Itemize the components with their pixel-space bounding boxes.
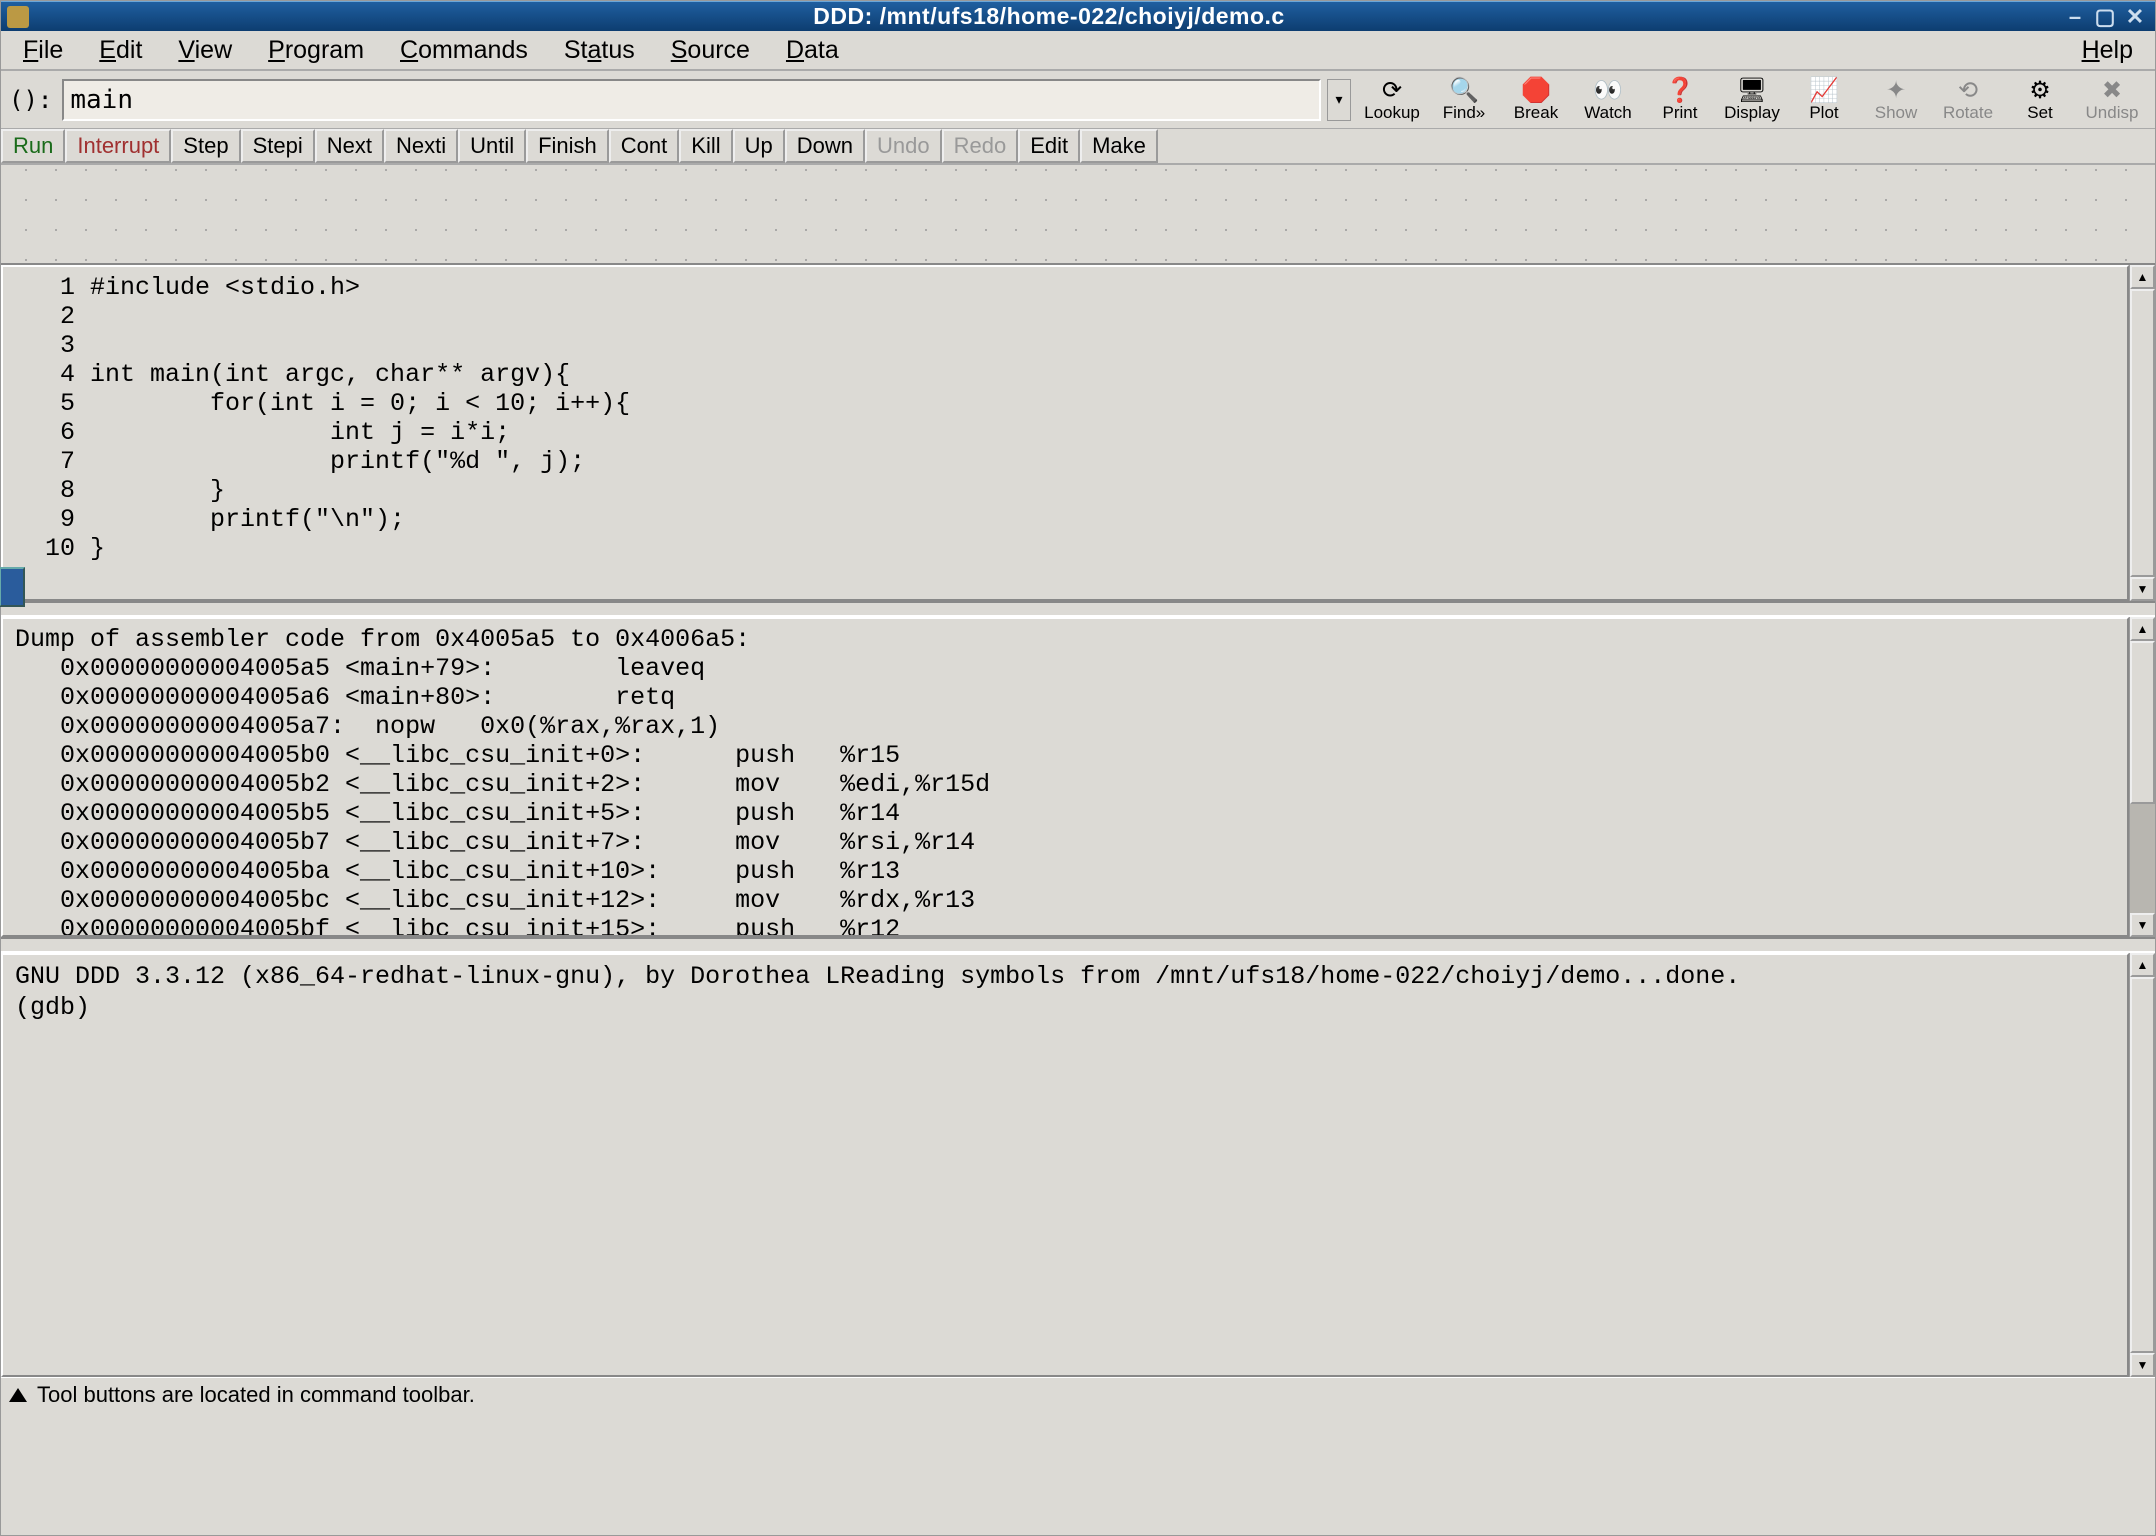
- lookup-icon: ⟳: [1382, 79, 1402, 103]
- iconbar: ⟳Lookup🔍Find»🛑Break👀Watch❓Print🖥Display📈…: [1357, 75, 2147, 125]
- argument-input[interactable]: [62, 79, 1321, 121]
- undisp-icon: ✖: [2102, 79, 2122, 103]
- break-button[interactable]: 🛑Break: [1501, 75, 1571, 125]
- menu-source[interactable]: Source: [653, 32, 768, 69]
- make-button[interactable]: Make: [1080, 129, 1158, 163]
- status-indicator-icon: [9, 1388, 27, 1402]
- iconbtn-label: Lookup: [1364, 103, 1420, 123]
- source-pane: 1 #include <stdio.h> 2 3 4 int main(int …: [1, 265, 2155, 601]
- command-toolbar: RunInterruptStepStepiNextNextiUntilFinis…: [1, 129, 2155, 165]
- plot-icon: 📈: [1809, 79, 1839, 103]
- scroll-down-icon[interactable]: ▼: [2130, 577, 2155, 601]
- run-button[interactable]: Run: [1, 129, 65, 163]
- menubar: File Edit View Program Commands Status S…: [1, 31, 2155, 71]
- show-icon: ✦: [1886, 79, 1906, 103]
- asm-text[interactable]: Dump of assembler code from 0x4005a5 to …: [1, 617, 2129, 937]
- iconbtn-label: Display: [1724, 103, 1780, 123]
- redo-button: Redo: [942, 129, 1019, 163]
- up-button[interactable]: Up: [733, 129, 785, 163]
- next-button[interactable]: Next: [315, 129, 384, 163]
- scroll-down-icon[interactable]: ▼: [2130, 913, 2155, 937]
- scroll-up-icon[interactable]: ▲: [2130, 953, 2155, 977]
- stepi-button[interactable]: Stepi: [241, 129, 315, 163]
- nexti-button[interactable]: Nexti: [384, 129, 458, 163]
- expand-handle-icon[interactable]: [0, 567, 25, 607]
- interrupt-button[interactable]: Interrupt: [65, 129, 171, 163]
- iconbtn-label: Break: [1514, 103, 1558, 123]
- down-button[interactable]: Down: [785, 129, 865, 163]
- rotate-button: ⟲Rotate: [1933, 75, 2003, 125]
- scroll-up-icon[interactable]: ▲: [2130, 617, 2155, 641]
- edit-button[interactable]: Edit: [1018, 129, 1080, 163]
- scroll-up-icon[interactable]: ▲: [2130, 265, 2155, 289]
- pane-separator[interactable]: [1, 937, 2155, 953]
- watch-button[interactable]: 👀Watch: [1573, 75, 1643, 125]
- iconbtn-label: Find»: [1443, 103, 1486, 123]
- print-button[interactable]: ❓Print: [1645, 75, 1715, 125]
- iconbtn-label: Undisp: [2086, 103, 2139, 123]
- cont-button[interactable]: Cont: [609, 129, 679, 163]
- set-icon: ⚙: [2029, 79, 2051, 103]
- menu-commands[interactable]: Commands: [382, 32, 546, 69]
- menu-help[interactable]: Help: [2064, 32, 2151, 69]
- menu-edit[interactable]: Edit: [81, 32, 160, 69]
- iconbtn-label: Rotate: [1943, 103, 1993, 123]
- until-button[interactable]: Until: [458, 129, 526, 163]
- plot-button[interactable]: 📈Plot: [1789, 75, 1859, 125]
- undisp-button: ✖Undisp: [2077, 75, 2147, 125]
- set-button[interactable]: ⚙Set: [2005, 75, 2075, 125]
- lookup-button[interactable]: ⟳Lookup: [1357, 75, 1427, 125]
- iconbtn-label: Set: [2027, 103, 2053, 123]
- menu-data[interactable]: Data: [768, 32, 857, 69]
- iconbtn-label: Plot: [1809, 103, 1838, 123]
- window-title: DDD: /mnt/ufs18/home-022/choiyj/demo.c: [39, 3, 2059, 30]
- rotate-icon: ⟲: [1958, 79, 1978, 103]
- find-button[interactable]: 🔍Find»: [1429, 75, 1499, 125]
- print-icon: ❓: [1665, 79, 1695, 103]
- pane-separator[interactable]: [1, 601, 2155, 617]
- app-icon: [7, 6, 29, 28]
- argument-toolbar: (): ▾ ⟳Lookup🔍Find»🛑Break👀Watch❓Print🖥Di…: [1, 71, 2155, 129]
- show-button: ✦Show: [1861, 75, 1931, 125]
- arg-prompt: ():: [9, 86, 56, 114]
- gdb-scrollbar[interactable]: ▲ ▼: [2129, 953, 2155, 1377]
- iconbtn-label: Show: [1875, 103, 1918, 123]
- status-bar: Tool buttons are located in command tool…: [1, 1377, 2155, 1411]
- gdb-console-pane: GNU DDD 3.3.12 (x86_64-redhat-linux-gnu)…: [1, 953, 2155, 1377]
- machine-code-pane: Dump of assembler code from 0x4005a5 to …: [1, 617, 2155, 937]
- scroll-down-icon[interactable]: ▼: [2130, 1353, 2155, 1377]
- gdb-console-text[interactable]: GNU DDD 3.3.12 (x86_64-redhat-linux-gnu)…: [1, 953, 2129, 1377]
- close-button[interactable]: ✕: [2121, 6, 2149, 28]
- undo-button: Undo: [865, 129, 942, 163]
- finish-button[interactable]: Finish: [526, 129, 609, 163]
- display-icon: 🖥: [1737, 79, 1767, 103]
- watch-icon: 👀: [1593, 79, 1623, 103]
- asm-scrollbar[interactable]: ▲ ▼: [2129, 617, 2155, 937]
- arg-dropdown-icon[interactable]: ▾: [1327, 79, 1351, 121]
- menu-view[interactable]: View: [160, 32, 250, 69]
- minimize-button[interactable]: –: [2061, 6, 2089, 28]
- source-scrollbar[interactable]: ▲ ▼: [2129, 265, 2155, 601]
- iconbtn-label: Print: [1663, 103, 1698, 123]
- titlebar: DDD: /mnt/ufs18/home-022/choiyj/demo.c –…: [1, 1, 2155, 31]
- maximize-button[interactable]: ▢: [2091, 6, 2119, 28]
- menu-file[interactable]: File: [5, 32, 81, 69]
- status-text: Tool buttons are located in command tool…: [37, 1382, 475, 1408]
- source-text[interactable]: 1 #include <stdio.h> 2 3 4 int main(int …: [1, 265, 2129, 601]
- menu-program[interactable]: Program: [250, 32, 382, 69]
- kill-button[interactable]: Kill: [679, 129, 732, 163]
- data-display-area[interactable]: [1, 165, 2155, 265]
- display-button[interactable]: 🖥Display: [1717, 75, 1787, 125]
- step-button[interactable]: Step: [171, 129, 240, 163]
- break-icon: 🛑: [1521, 79, 1551, 103]
- menu-status[interactable]: Status: [546, 32, 653, 69]
- find-icon: 🔍: [1449, 79, 1479, 103]
- iconbtn-label: Watch: [1584, 103, 1632, 123]
